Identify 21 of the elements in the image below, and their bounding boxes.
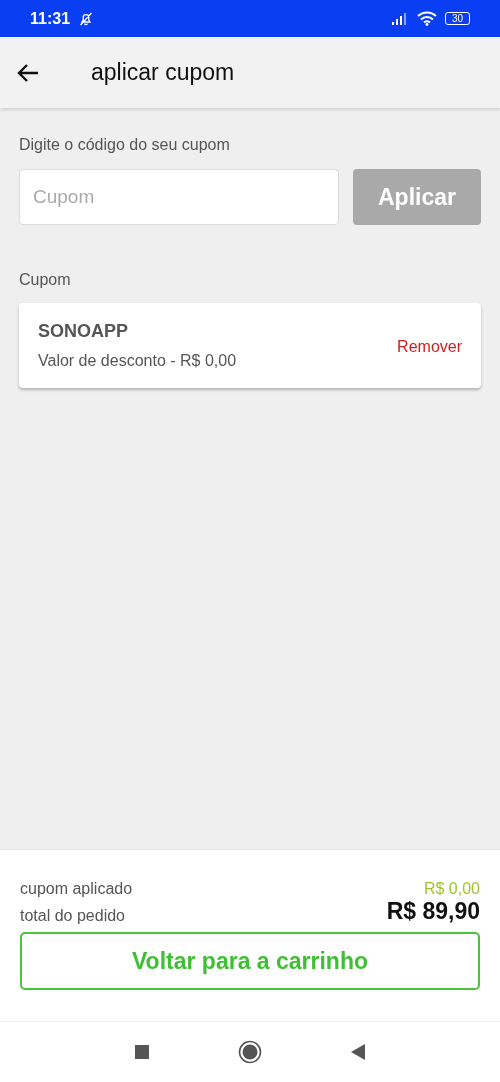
battery-indicator: 30 <box>444 12 470 25</box>
back-triangle-icon[interactable] <box>350 1043 366 1061</box>
section-label: Cupom <box>19 271 71 289</box>
coupon-input-field[interactable]: Cupom <box>19 169 339 225</box>
summary-label: total do pedido <box>20 907 125 925</box>
discount-text: Valor de desconto - R$ 0,00 <box>38 352 237 370</box>
remove-link[interactable]: Remover <box>397 337 462 356</box>
status-time: 11:31 <box>30 9 71 28</box>
summary-label: cupom aplicado <box>20 880 133 898</box>
page-title: aplicar cupom <box>91 59 235 86</box>
back-arrow-icon[interactable] <box>17 62 39 83</box>
summary-value: R$ 89,90 <box>386 898 480 925</box>
bell-off-icon <box>78 10 95 27</box>
back-to-cart-button[interactable]: Voltar para a carrinho <box>20 932 480 990</box>
coupon-code: SONOAPP <box>38 321 130 342</box>
signal-icon <box>390 12 409 25</box>
wifi-icon <box>416 11 437 26</box>
coupon-code-label: Digite o código do seu cupom <box>19 136 230 154</box>
summary-value: R$ 0,00 <box>423 880 480 898</box>
square-icon[interactable] <box>134 1044 150 1060</box>
home-icon[interactable] <box>238 1040 262 1064</box>
